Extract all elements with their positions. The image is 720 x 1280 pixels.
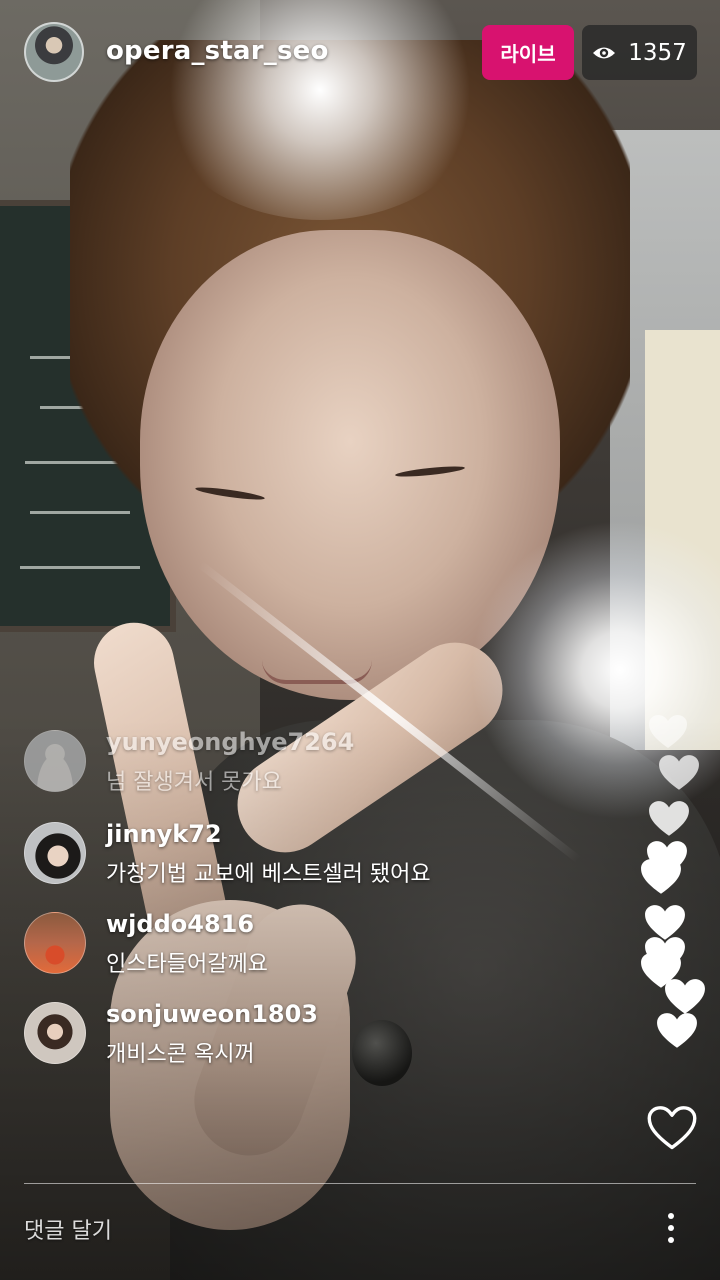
comment-item: yunyeonghye7264 넘 잘생겨서 못가요 [24,728,584,810]
comment-text: 인스타들어갈께요 [106,952,268,977]
viewer-count-badge[interactable]: 1357 [582,25,697,80]
comment-item: wjddo4816 인스타들어갈께요 [24,910,584,992]
comment-input[interactable]: 댓글 달기 [24,1212,584,1252]
floating-heart-icon [641,859,681,894]
footer-divider [24,1183,696,1184]
comment-username[interactable]: wjddo4816 [106,910,254,938]
comment-username[interactable]: jinnyk72 [106,820,222,848]
comment-username[interactable]: yunyeonghye7264 [106,728,354,756]
more-vertical-icon-dot [668,1237,674,1243]
viewer-count: 1357 [628,39,687,66]
more-vertical-icon-dot [668,1225,674,1231]
more-vertical-icon [668,1213,674,1219]
floating-heart-icon [657,1013,697,1048]
floating-heart-icon [659,755,699,790]
floating-heart-icon [665,979,705,1014]
live-video-stream [0,0,720,1280]
host-avatar[interactable] [24,22,84,82]
live-header: opera_star_seo 라이브 1357 [0,0,720,104]
comment-avatar[interactable] [24,1002,86,1064]
more-options-button[interactable] [656,1206,686,1250]
live-badge: 라이브 [482,25,574,80]
comment-avatar[interactable] [24,730,86,792]
like-button[interactable] [646,1104,698,1154]
comment-text: 개비스콘 옥시꺼 [106,1042,255,1067]
comment-item: sonjuweon1803 개비스콘 옥시꺼 [24,1000,584,1082]
floating-heart-icon [649,801,689,836]
comment-avatar[interactable] [24,822,86,884]
comment-username[interactable]: sonjuweon1803 [106,1000,318,1028]
host-username[interactable]: opera_star_seo [106,36,329,66]
floating-heart-icon [649,715,687,748]
comment-text: 넘 잘생겨서 못가요 [106,770,282,795]
comment-item: jinnyk72 가창기법 교보에 베스트셀러 됐어요 [24,820,584,902]
heart-outline-icon [647,1106,697,1150]
comment-avatar[interactable] [24,912,86,974]
comment-text: 가창기법 교보에 베스트셀러 됐어요 [106,862,431,887]
eye-icon [592,45,616,61]
